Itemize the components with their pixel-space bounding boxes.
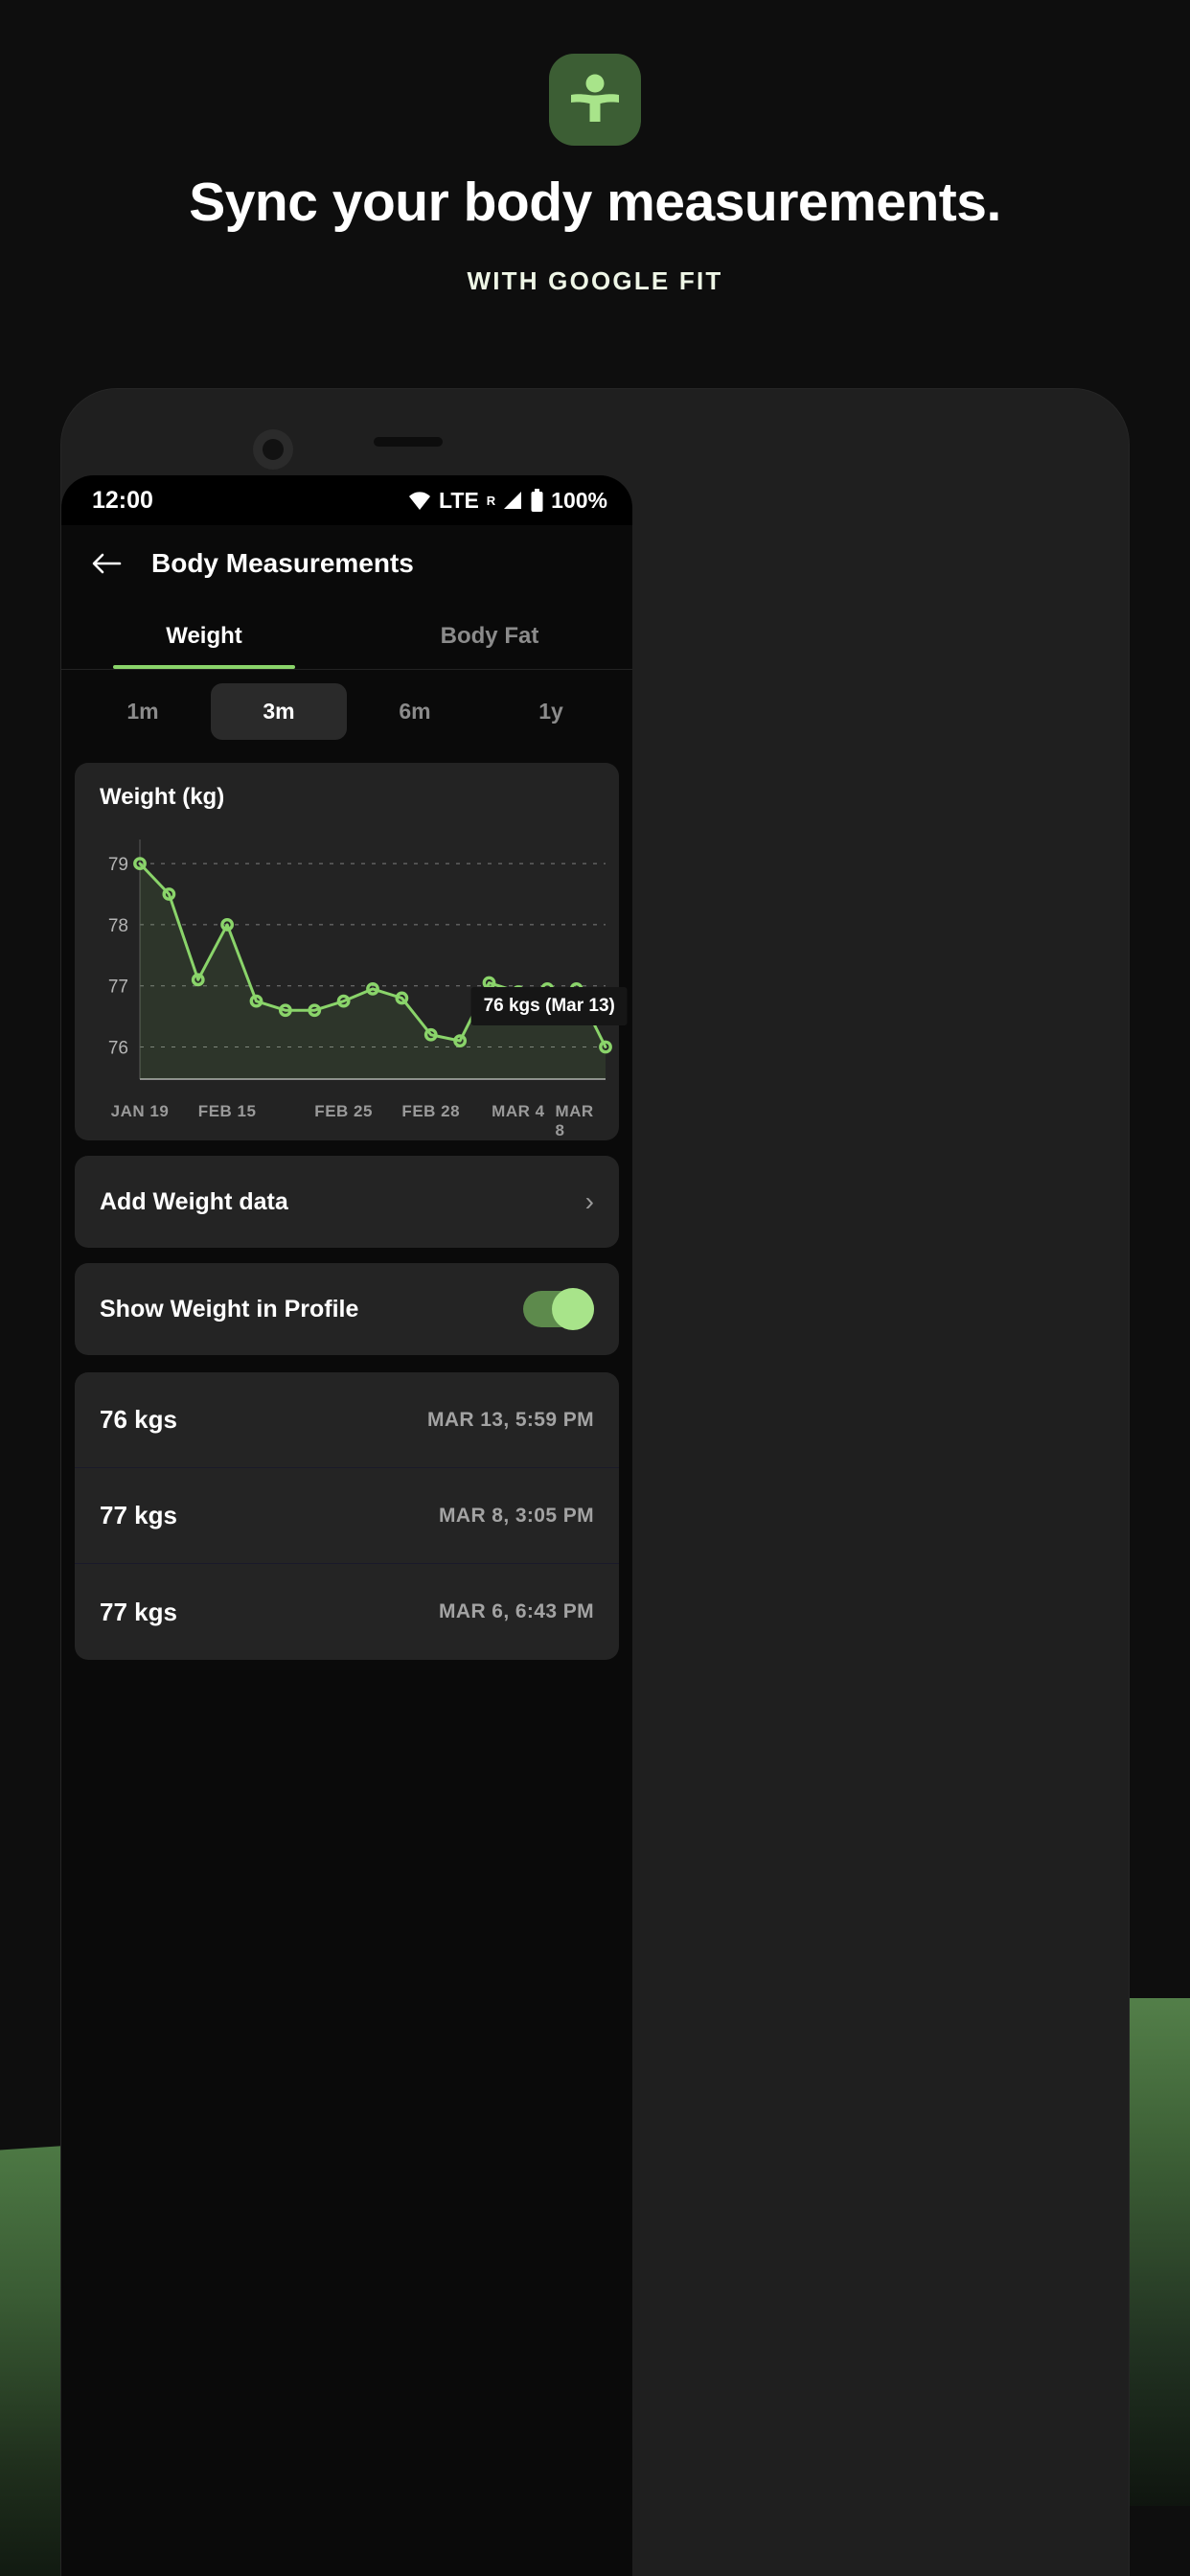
weight-chart-card: Weight (kg) 76 77 78 79 76 kgs (Mar 13) JAN… <box>75 763 628 1140</box>
x-axis-tick-label: FEB 15 <box>197 1102 257 1120</box>
range-chip-6m[interactable]: 6m <box>347 683 483 740</box>
weight-entry-row[interactable]: 77 kgs MAR 6, 6:43 PM <box>75 1564 619 1660</box>
y-axis-tick-label: 78 <box>108 916 128 936</box>
show-weight-in-profile-row[interactable]: Show Weight in Profile <box>75 1263 619 1355</box>
x-axis-tick-label: MAR 8 <box>555 1102 594 1139</box>
roaming-indicator: R <box>486 493 496 508</box>
phone-speaker-grille <box>374 437 443 447</box>
chart-tooltip: 76 kgs (Mar 13) <box>470 987 628 1026</box>
x-axis-tick-label: FEB 25 <box>314 1102 373 1120</box>
phone-camera-icon <box>253 429 293 470</box>
y-axis-tick-label: 77 <box>108 978 128 998</box>
status-indicators: LTE R 100% <box>407 488 607 514</box>
range-selector: 1m 3m 6m 1y <box>61 670 632 753</box>
phone-mockup: 12:00 LTE R 100% Body Measurements Weigh… <box>61 389 1129 2576</box>
weight-entry-time: MAR 8, 3:05 PM <box>439 1504 594 1527</box>
weight-entry-value: 77 kgs <box>100 1597 177 1626</box>
chart-plot-area[interactable]: 76 77 78 79 76 kgs (Mar 13) <box>75 832 628 1100</box>
tab-weight[interactable]: Weight <box>61 602 347 669</box>
weight-entry-row[interactable]: 77 kgs MAR 8, 3:05 PM <box>75 1468 619 1564</box>
hero-subtitle: WITH GOOGLE FIT <box>467 265 723 295</box>
chart-svg: 76 77 78 79 <box>108 840 612 1080</box>
add-weight-data-row[interactable]: Add Weight data › <box>75 1156 619 1248</box>
signal-icon <box>502 490 523 511</box>
weight-entry-value: 76 kgs <box>100 1405 177 1434</box>
status-bar: 12:00 LTE R 100% <box>61 475 632 525</box>
chevron-right-icon: › <box>584 1186 594 1216</box>
status-time: 12:00 <box>92 486 153 514</box>
phone-screen: 12:00 LTE R 100% Body Measurements Weigh… <box>61 475 632 2576</box>
app-bar: Body Measurements <box>61 525 632 602</box>
weight-entry-time: MAR 6, 6:43 PM <box>439 1600 594 1622</box>
x-axis-tick-label: MAR 4 <box>492 1102 545 1120</box>
range-chip-3m[interactable]: 3m <box>211 683 347 740</box>
x-axis-tick-label: JAN 19 <box>110 1102 170 1120</box>
back-arrow-icon[interactable] <box>90 547 123 580</box>
tab-body-fat[interactable]: Body Fat <box>347 602 632 669</box>
screenshot-root: Sync your body measurements. WITH GOOGLE… <box>0 0 1190 2576</box>
range-chip-1m[interactable]: 1m <box>75 683 211 740</box>
weight-entry-time: MAR 13, 5:59 PM <box>426 1408 594 1431</box>
y-axis-tick-label: 79 <box>108 855 128 875</box>
battery-percent-label: 100% <box>551 487 607 513</box>
weight-entry-value: 77 kgs <box>100 1501 177 1530</box>
wifi-icon <box>407 490 432 511</box>
page-title: Sync your body measurements. <box>189 172 1001 233</box>
show-weight-in-profile-label: Show Weight in Profile <box>100 1295 359 1322</box>
add-weight-data-label: Add Weight data <box>100 1187 288 1215</box>
x-axis-tick-label: FEB 28 <box>401 1102 461 1120</box>
weight-entries-list: 76 kgs MAR 13, 5:59 PM 77 kgs MAR 8, 3:05 P… <box>75 1372 619 1660</box>
range-chip-1y[interactable]: 1y <box>483 683 619 740</box>
show-weight-toggle[interactable] <box>523 1288 594 1330</box>
weight-entry-row[interactable]: 76 kgs MAR 13, 5:59 PM <box>75 1372 619 1468</box>
body-measurement-icon <box>549 54 641 146</box>
toggle-knob <box>552 1288 594 1330</box>
battery-icon <box>530 489 544 512</box>
app-bar-title: Body Measurements <box>151 548 414 578</box>
network-type-label: LTE <box>439 487 479 513</box>
chart-title: Weight (kg) <box>100 784 225 810</box>
tab-bar: Weight Body Fat <box>61 602 632 669</box>
chart-x-axis: JAN 19 FEB 15 FEB 25 FEB 28 MAR 4 MAR 8 <box>75 1100 619 1139</box>
y-axis-tick-label: 76 <box>108 1038 128 1058</box>
hero-section: Sync your body measurements. WITH GOOGLE… <box>0 0 1190 296</box>
